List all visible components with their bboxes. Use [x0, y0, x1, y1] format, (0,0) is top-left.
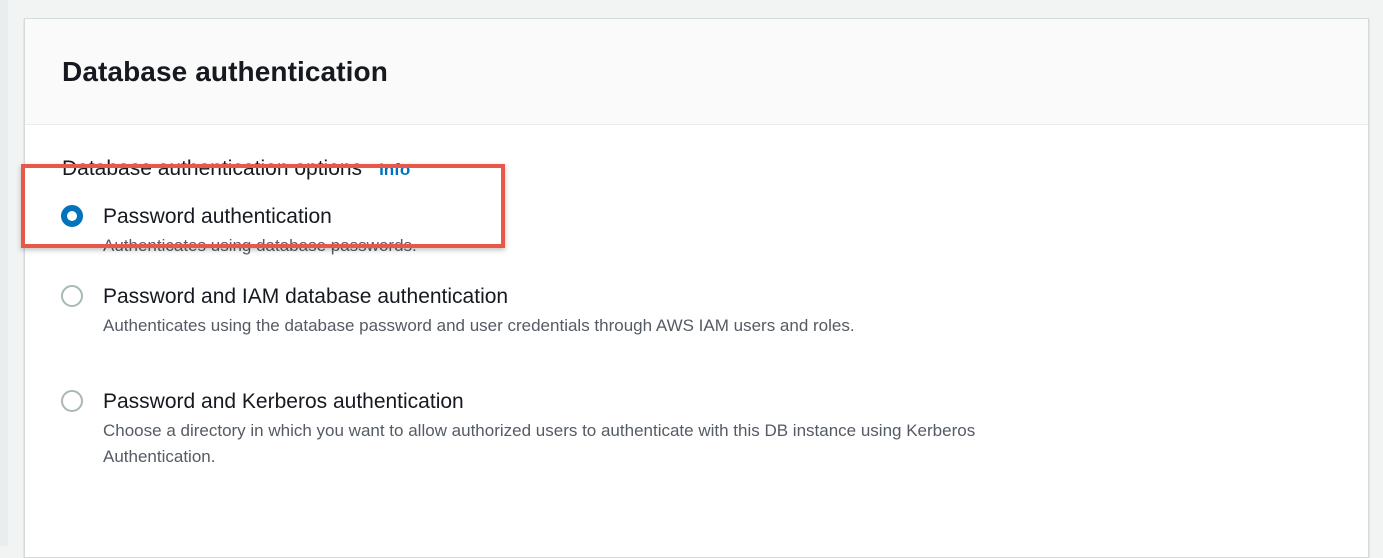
radio-option-password-kerberos-authentication[interactable]: Password and Kerberos authentication Cho…: [61, 388, 1003, 470]
database-authentication-panel: Database authentication Database authent…: [24, 18, 1369, 558]
radio-option-password-iam-authentication[interactable]: Password and IAM database authentication…: [61, 283, 1003, 339]
field-label: Database authentication options: [62, 157, 363, 180]
option-text: Password and Kerberos authentication Cho…: [103, 388, 1003, 470]
page-background: [0, 0, 8, 546]
option-label: Password and Kerberos authentication: [103, 390, 464, 413]
option-label: Password and IAM database authentication: [103, 285, 509, 308]
info-link[interactable]: Info: [379, 160, 410, 180]
radio-button-checked[interactable]: [61, 205, 83, 227]
radio-option-password-authentication[interactable]: Password authentication Authenticates us…: [61, 203, 1003, 259]
option-description: Authenticates using database passwords.: [103, 236, 417, 255]
option-description: Authenticates using the database passwor…: [103, 316, 855, 335]
panel-title: Database authentication: [62, 56, 388, 87]
radio-button[interactable]: [61, 390, 83, 412]
option-label: Password authentication: [103, 205, 332, 228]
radio-button[interactable]: [61, 285, 83, 307]
option-text: Password authentication Authenticates us…: [103, 203, 1003, 259]
option-description: Choose a directory in which you want to …: [103, 421, 976, 466]
option-text: Password and IAM database authentication…: [103, 283, 1003, 339]
panel-header: Database authentication: [25, 19, 1368, 125]
field-label-row: Database authentication options Info: [62, 157, 410, 181]
